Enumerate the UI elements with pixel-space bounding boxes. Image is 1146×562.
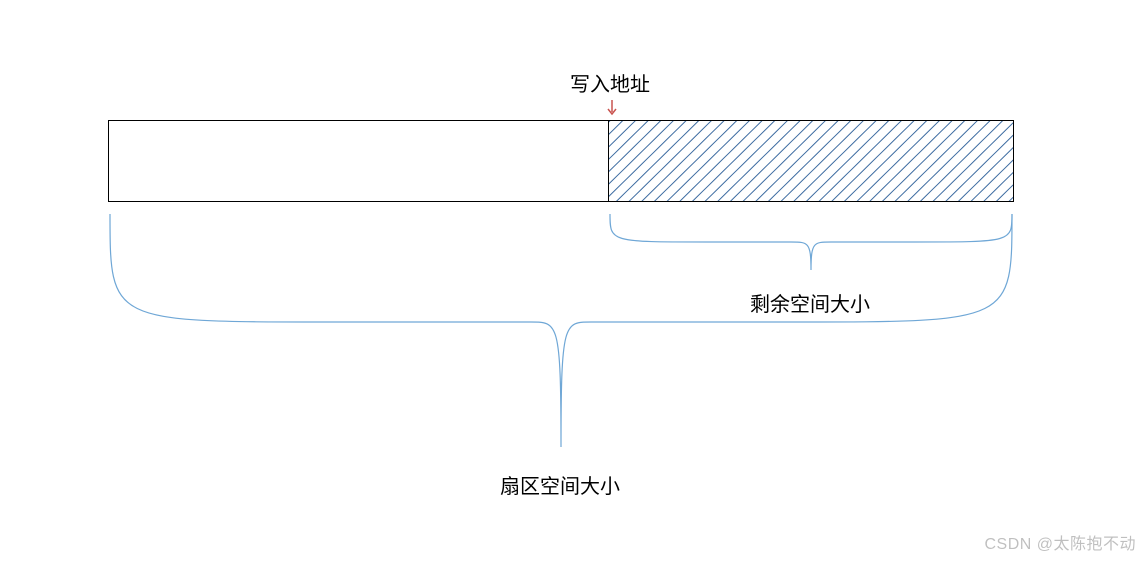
watermark: CSDN @太陈抱不动 — [984, 530, 1136, 554]
diagram-root: 写入地址 剩余空间大小 — [0, 0, 1146, 562]
memory-bar-used-segment — [109, 121, 609, 201]
write-address-label: 写入地址 — [570, 68, 650, 97]
sector-space-label: 扇区空间大小 — [500, 470, 620, 499]
arrow-down-icon — [604, 98, 620, 121]
brace-sector — [108, 212, 1014, 462]
memory-bar — [108, 120, 1014, 202]
memory-bar-remaining-segment — [609, 121, 1013, 201]
